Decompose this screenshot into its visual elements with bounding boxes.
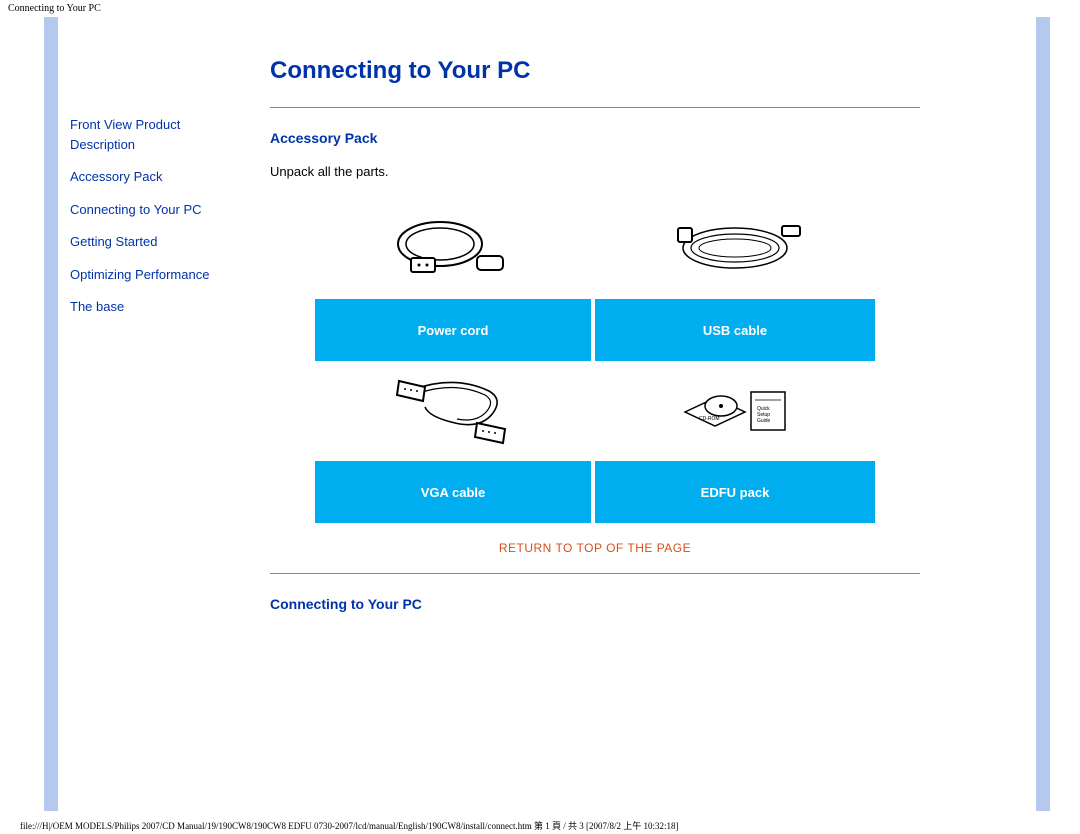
sidebar-link-getting-started[interactable]: Getting Started bbox=[70, 232, 240, 252]
sidebar-link-connecting[interactable]: Connecting to Your PC bbox=[70, 200, 240, 220]
divider bbox=[270, 573, 920, 574]
sidebar-link-the-base[interactable]: The base bbox=[70, 297, 240, 317]
sidebar-link-front-view[interactable]: Front View Product Description bbox=[70, 115, 240, 154]
power-cord-image bbox=[315, 199, 595, 299]
section-intro: Unpack all the parts. bbox=[270, 164, 920, 179]
footer-file-path: file:///H|/OEM MODELS/Philips 2007/CD Ma… bbox=[20, 819, 679, 832]
edfu-pack-label: EDFU pack bbox=[595, 461, 875, 523]
decorative-stripe-right bbox=[1036, 17, 1050, 811]
main-content: Connecting to Your PC Accessory Pack Unp… bbox=[270, 57, 920, 630]
accessory-grid: Power cord USB cable bbox=[315, 199, 875, 523]
sidebar-link-optimizing[interactable]: Optimizing Performance bbox=[70, 265, 240, 285]
svg-text:Guide: Guide bbox=[757, 418, 771, 424]
sidebar-nav: Front View Product Description Accessory… bbox=[70, 115, 240, 330]
edfu-pack-image: CD-ROM Quick Setup Guide bbox=[595, 361, 875, 461]
section-heading-accessory-pack: Accessory Pack bbox=[270, 130, 920, 146]
divider bbox=[270, 107, 920, 108]
sidebar-link-accessory-pack[interactable]: Accessory Pack bbox=[70, 167, 240, 187]
section-heading-connecting: Connecting to Your PC bbox=[270, 596, 920, 612]
power-cord-label: Power cord bbox=[315, 299, 595, 361]
decorative-stripe-left bbox=[44, 17, 58, 811]
vga-cable-label: VGA cable bbox=[315, 461, 595, 523]
vga-cable-image bbox=[315, 361, 595, 461]
window-title: Connecting to Your PC bbox=[0, 0, 1080, 17]
usb-cable-label: USB cable bbox=[595, 299, 875, 361]
return-to-top-link[interactable]: RETURN TO TOP OF THE PAGE bbox=[270, 541, 920, 555]
svg-text:CD-ROM: CD-ROM bbox=[699, 416, 720, 422]
page-container: Front View Product Description Accessory… bbox=[30, 17, 1050, 811]
usb-cable-image bbox=[595, 199, 875, 299]
page-title: Connecting to Your PC bbox=[270, 57, 920, 85]
